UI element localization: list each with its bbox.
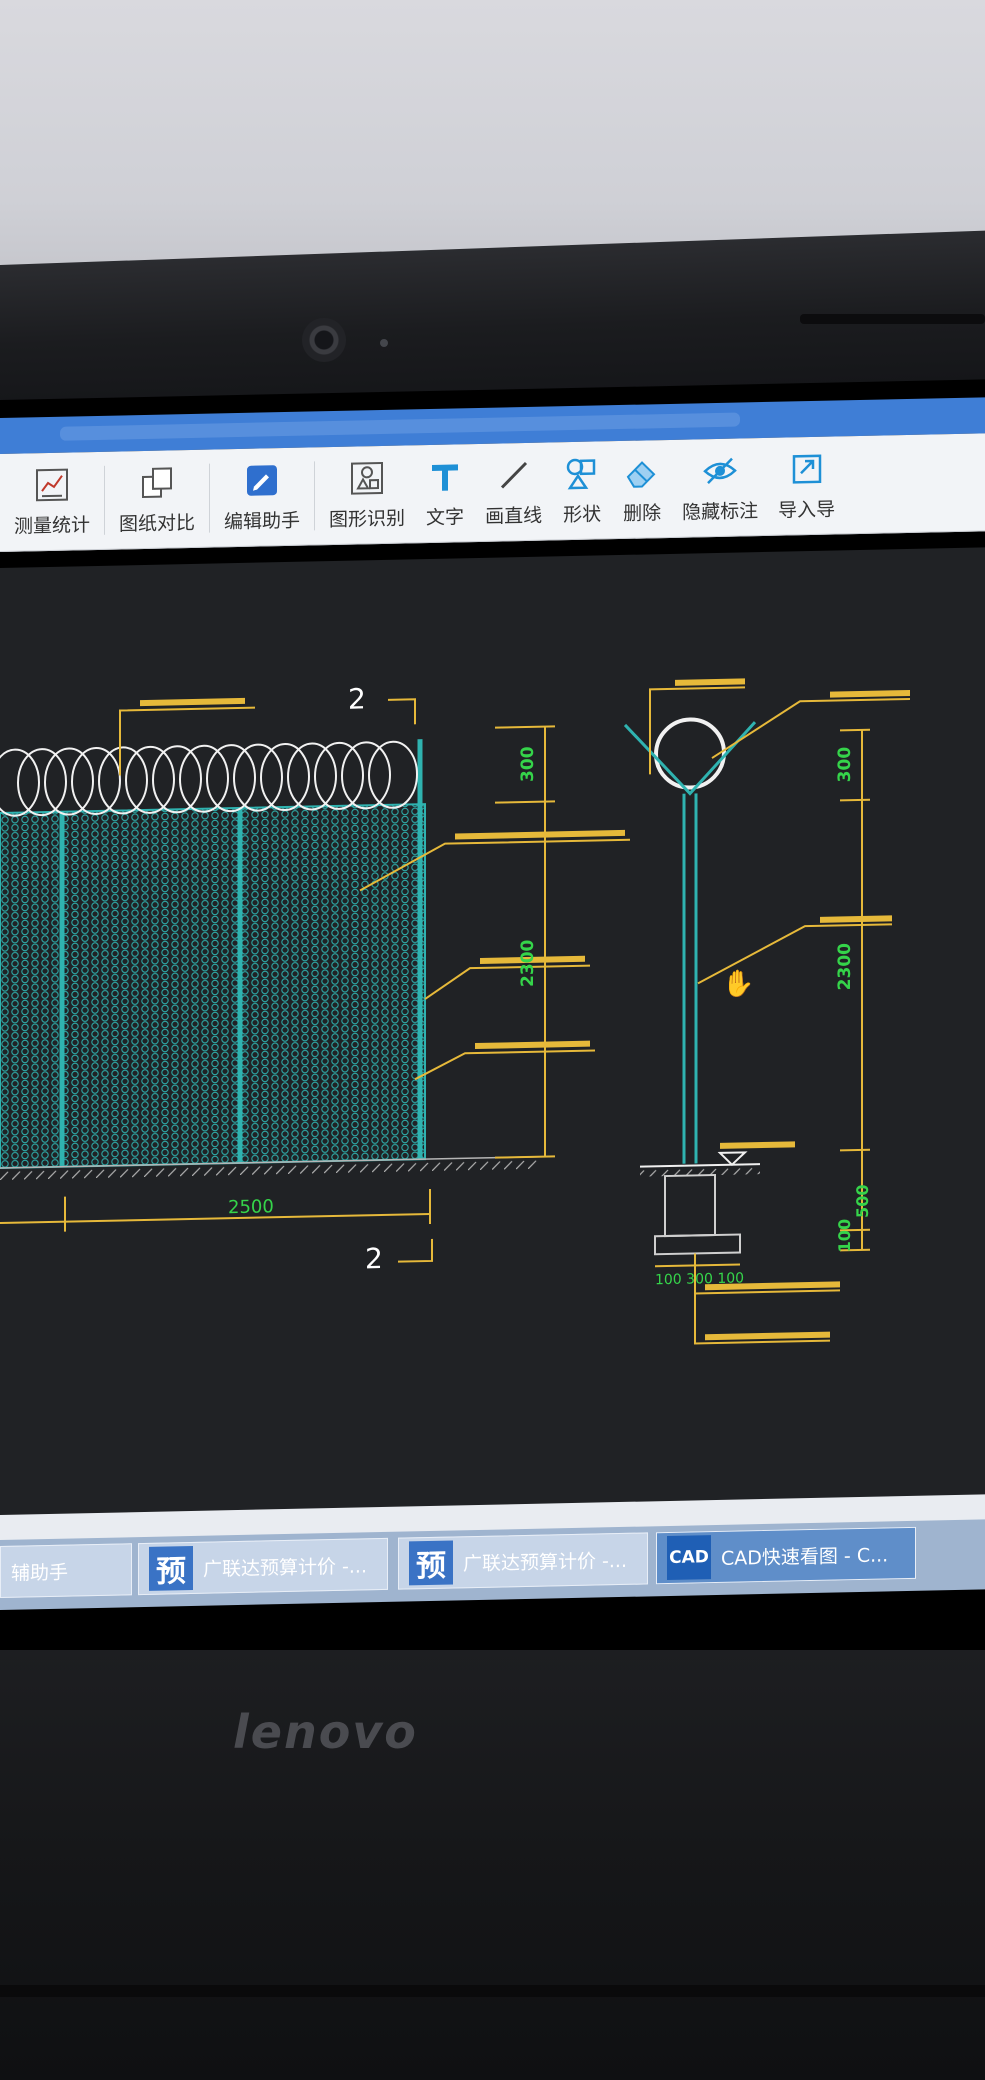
hide-annotation-label: 隐藏标注 bbox=[682, 500, 759, 524]
cad-app-icon: CAD bbox=[667, 1535, 711, 1581]
edit-assistant-button[interactable]: 编辑助手 bbox=[214, 448, 310, 547]
taskbar-item-glodon-1[interactable]: 预 广联达预算计价 -... bbox=[138, 1537, 388, 1596]
eraser-icon bbox=[622, 452, 662, 493]
compare-drawings-button[interactable]: 图纸对比 bbox=[109, 450, 205, 549]
toolbar-ribbon: 测量统计 图纸对比 编辑助手 图形识别 文字 画直线 形状 删除 隐藏标注 导入… bbox=[0, 433, 985, 552]
draw-line-button[interactable]: 画直线 bbox=[475, 442, 552, 541]
taskbar-item-glodon-2[interactable]: 预 广联达预算计价 -... bbox=[398, 1532, 648, 1590]
front-horizontal-dimension bbox=[0, 1188, 431, 1232]
cad-drawing-canvas[interactable]: 300 2300 2500 2 2 300 2300 500 100 100 3… bbox=[0, 547, 985, 1528]
toolbar-separator bbox=[104, 465, 106, 535]
side-top-height: 300 bbox=[835, 746, 855, 782]
webcam bbox=[302, 318, 346, 362]
text-tool-button[interactable]: 文字 bbox=[415, 444, 475, 542]
import-icon bbox=[787, 449, 827, 490]
measure-stats-label: 测量统计 bbox=[14, 514, 91, 538]
taskbar-item-label: 广联达预算计价 -... bbox=[203, 1554, 368, 1581]
shape-tool-button[interactable]: 形状 bbox=[552, 441, 612, 539]
laptop-brand-logo: lenovo bbox=[233, 1705, 418, 1759]
bezel-slot bbox=[800, 314, 985, 324]
side-foundation-500: 500 bbox=[853, 1184, 872, 1218]
footing-dimensions: 100 300 100 bbox=[655, 1270, 744, 1288]
laptop-bottom-bezel bbox=[0, 1650, 985, 2080]
toolbar-separator bbox=[314, 461, 316, 531]
eraser-label: 删除 bbox=[623, 502, 662, 525]
razor-wire-section bbox=[654, 717, 726, 790]
text-tool-icon bbox=[425, 456, 465, 497]
import-button[interactable]: 导入导 bbox=[768, 436, 845, 535]
front-elevation: 300 2300 2500 2 2 bbox=[0, 682, 630, 1275]
shape-tool-label: 形状 bbox=[563, 503, 602, 527]
front-width: 2500 bbox=[228, 1196, 274, 1218]
taskbar-item-cad-viewer[interactable]: CAD CAD快速看图 - C... bbox=[656, 1526, 916, 1585]
section-marker-bottom: 2 bbox=[365, 1242, 383, 1275]
text-tool-label: 文字 bbox=[426, 506, 465, 530]
razor-wire-coils bbox=[0, 740, 418, 817]
hide-annotation-button[interactable]: 隐藏标注 bbox=[672, 438, 768, 537]
taskbar-item-label: CAD快速看图 - C... bbox=[721, 1543, 889, 1570]
edit-assistant-icon bbox=[242, 460, 282, 501]
taskbar-item-label: 广联达预算计价 -... bbox=[463, 1549, 628, 1575]
measure-stats-button[interactable]: 测量统计 bbox=[4, 452, 100, 551]
hand-cursor-icon: ✋ bbox=[722, 968, 754, 1000]
draw-line-label: 画直线 bbox=[485, 504, 543, 528]
post-footing bbox=[664, 1174, 716, 1238]
laptop-hinge bbox=[0, 1985, 985, 1997]
edit-assistant-label: 编辑助手 bbox=[224, 509, 301, 534]
compare-drawings-label: 图纸对比 bbox=[119, 511, 196, 536]
side-section: 300 2300 500 100 100 300 100 ✋ bbox=[623, 678, 910, 1345]
glodon-app-icon: 预 bbox=[149, 1545, 193, 1591]
toolbar-separator bbox=[209, 463, 211, 533]
side-foundation-100: 100 bbox=[835, 1219, 854, 1253]
laptop-screen: 测量统计 图纸对比 编辑助手 图形识别 文字 画直线 形状 删除 隐藏标注 导入… bbox=[0, 379, 985, 1680]
front-mesh-height: 2300 bbox=[518, 939, 538, 987]
import-label: 导入导 bbox=[778, 498, 836, 522]
shape-recognition-label: 图形识别 bbox=[329, 507, 406, 532]
shape-recognition-button[interactable]: 图形识别 bbox=[319, 445, 415, 544]
shape-tool-icon bbox=[562, 453, 602, 494]
eraser-button[interactable]: 删除 bbox=[612, 440, 672, 538]
draw-line-icon bbox=[494, 455, 534, 496]
shape-recognition-icon bbox=[347, 458, 387, 499]
taskbar-item-label: 辅助手 bbox=[11, 1561, 69, 1585]
webcam-led bbox=[380, 339, 388, 347]
measure-stats-icon bbox=[32, 464, 72, 505]
cad-drawing: 300 2300 2500 2 2 300 2300 500 100 100 3… bbox=[0, 678, 910, 1345]
footing-base bbox=[654, 1233, 741, 1256]
compare-drawings-icon bbox=[137, 462, 177, 503]
front-top-height: 300 bbox=[518, 746, 538, 782]
section-marker-top: 2 bbox=[348, 682, 366, 715]
glodon-app-icon: 预 bbox=[409, 1540, 453, 1586]
hide-annotation-icon bbox=[700, 450, 740, 491]
window-title-blurred bbox=[60, 412, 740, 441]
taskbar-item-assistant[interactable]: 辅助手 bbox=[0, 1543, 132, 1598]
side-mesh-height: 2300 bbox=[835, 943, 855, 991]
